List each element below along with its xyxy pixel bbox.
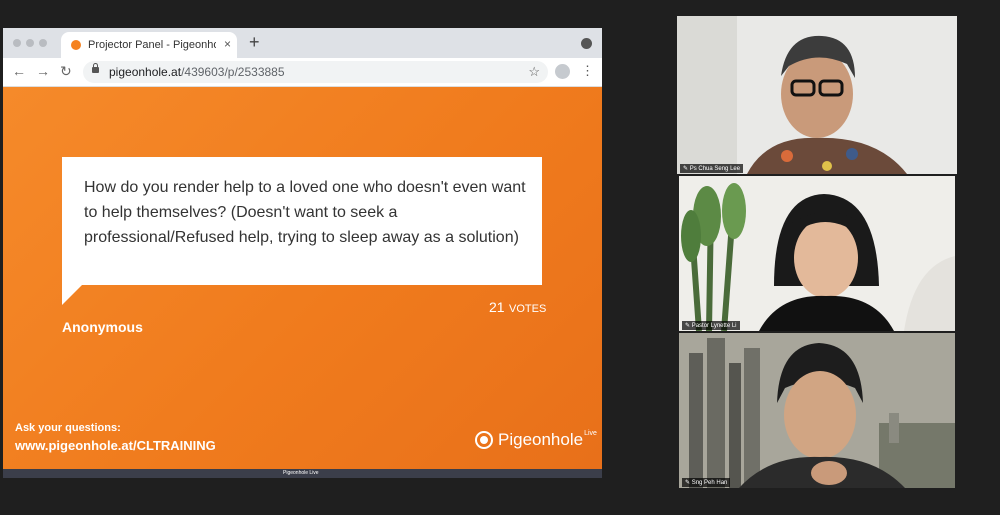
slide-footer: Pigeonhole Live <box>3 469 602 478</box>
question-text: How do you render help to a loved one wh… <box>84 179 526 246</box>
forward-icon[interactable]: → <box>36 63 50 79</box>
brand-name: Pigeonhole <box>498 430 584 449</box>
tab-search-icon[interactable] <box>581 38 592 49</box>
close-tab-icon[interactable]: × <box>224 37 231 51</box>
question-card: How do you render help to a loved one wh… <box>62 157 542 285</box>
participant-name-text-3: Sng Peh Han <box>691 480 728 486</box>
profile-icon[interactable] <box>555 64 570 79</box>
ask-label: Ask your questions: <box>15 422 121 434</box>
votes-number: 21 <box>489 299 505 315</box>
tab-title: Projector Panel - Pigeonhole L <box>88 39 216 51</box>
brand-sup: Live <box>584 430 597 437</box>
lock-icon <box>92 63 99 73</box>
browser-toolbar: ← → ↻ pigeonhole.at/439603/p/2533885 ☆ ⋮ <box>3 58 602 87</box>
url-domain: pigeonhole.at <box>109 65 182 79</box>
pigeonhole-brand: Pigeonhole Live <box>475 430 597 450</box>
participant-name-text-1: Ps Chua Seng Lee <box>689 166 741 172</box>
maximize-window-button[interactable] <box>39 39 47 47</box>
url-text[interactable]: pigeonhole.at/439603/p/2533885 <box>109 65 285 79</box>
participant-video-1 <box>677 16 957 174</box>
browser-window: Projector Panel - Pigeonhole L × + ← → ↻… <box>3 28 602 478</box>
pigeonhole-logo-icon <box>475 431 493 449</box>
participant-name-1: ✎ Ps Chua Seng Lee <box>680 164 744 173</box>
participant-video-3 <box>679 333 955 488</box>
participant-name-text-2: Pastor Lynette Li <box>691 323 737 329</box>
pin-icon: ✎ <box>683 166 690 172</box>
video-tile-2[interactable]: ✎ Pastor Lynette Li <box>679 176 955 331</box>
question-author: Anonymous <box>62 319 143 335</box>
tab-projector-panel[interactable]: Projector Panel - Pigeonhole L × <box>61 32 237 58</box>
participant-name-2: ✎ Pastor Lynette Li <box>682 321 740 330</box>
close-window-button[interactable] <box>13 39 21 47</box>
menu-icon[interactable]: ⋮ <box>581 63 594 79</box>
minimize-window-button[interactable] <box>26 39 34 47</box>
ask-url: www.pigeonhole.at/CLTRAINING <box>15 438 216 453</box>
pigeonhole-favicon-icon <box>71 40 81 50</box>
video-tile-1[interactable]: ✎ Ps Chua Seng Lee <box>677 16 957 174</box>
address-bar[interactable]: pigeonhole.at/439603/p/2533885 ☆ <box>83 61 548 83</box>
tab-bar: Projector Panel - Pigeonhole L × + <box>3 28 602 58</box>
back-icon[interactable]: ← <box>12 63 26 79</box>
new-tab-button[interactable]: + <box>249 32 260 53</box>
question-card-tail <box>62 285 82 305</box>
pin-icon: ✎ <box>685 480 692 486</box>
participant-name-3: ✎ Sng Peh Han <box>682 478 731 487</box>
star-icon[interactable]: ☆ <box>528 64 540 80</box>
footer-text: Pigeonhole Live <box>283 470 319 476</box>
vote-count: 21 VOTES <box>489 299 546 317</box>
pin-icon: ✎ <box>685 323 692 329</box>
video-tile-3[interactable]: ✎ Sng Peh Han <box>679 333 955 488</box>
votes-label: VOTES <box>509 303 547 315</box>
window-controls <box>13 39 47 47</box>
projector-slide: How do you render help to a loved one wh… <box>3 87 602 469</box>
reload-icon[interactable]: ↻ <box>60 63 72 80</box>
url-path: /439603/p/2533885 <box>181 65 285 79</box>
participant-video-2 <box>679 176 955 331</box>
